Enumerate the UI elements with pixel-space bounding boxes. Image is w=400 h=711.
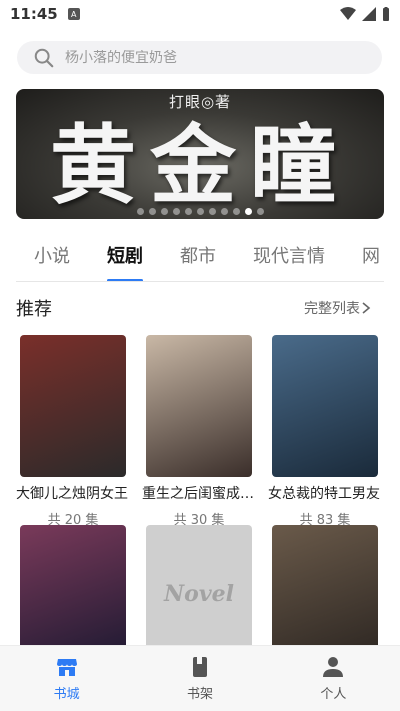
banner-carousel[interactable]: 打眼◎著 黄金瞳 xyxy=(16,89,384,219)
drama-cover xyxy=(272,335,378,477)
carousel-dot[interactable] xyxy=(184,208,192,215)
carousel-dot[interactable] xyxy=(136,208,144,215)
bottom-nav: 书城 书架 个人 xyxy=(0,645,400,711)
nav-item[interactable]: 书城 xyxy=(0,646,133,711)
chevron-right-icon xyxy=(362,302,371,314)
nav-item[interactable]: 个人 xyxy=(267,646,400,711)
cover-placeholder-text: Novel xyxy=(164,581,234,607)
drama-title: 重生之后闺蜜成功接盘我老公 xyxy=(142,486,256,502)
carousel-dot[interactable] xyxy=(256,208,264,215)
nav-label: 书架 xyxy=(186,687,213,702)
carousel-dot[interactable] xyxy=(220,208,228,215)
section-title: 推荐 xyxy=(16,299,52,320)
drama-cover xyxy=(20,525,126,647)
status-time: 11:45 xyxy=(10,5,58,23)
drama-cover xyxy=(20,335,126,477)
drama-title: 大御儿之烛阴女王 xyxy=(16,486,128,502)
drama-card[interactable]: 大御儿之烛阴女王共 20 集 xyxy=(16,335,130,528)
tab-item[interactable]: 短剧 xyxy=(107,236,143,281)
status-bar: 11:45 A xyxy=(0,0,400,28)
tab-item[interactable]: 网 xyxy=(362,236,380,281)
recommend-grid: 大御儿之烛阴女王共 20 集重生之后闺蜜成功接盘我老公共 30 集女总裁的特工男… xyxy=(16,335,384,647)
section-header: 推荐 完整列表 xyxy=(16,295,372,321)
banner-title: 黄金瞳 xyxy=(50,115,350,216)
drama-card[interactable]: 重生之后闺蜜成功接盘我老公共 30 集 xyxy=(142,335,256,528)
nav-item[interactable]: 书架 xyxy=(133,646,266,711)
carousel-dot[interactable] xyxy=(160,208,168,215)
carousel-dot[interactable] xyxy=(208,208,216,215)
search-bar[interactable] xyxy=(17,41,382,74)
category-tabs: 小说 短剧 都市 现代言情网 xyxy=(16,236,384,282)
notification-icon: A xyxy=(67,8,80,20)
carousel-dot[interactable] xyxy=(244,208,252,215)
carousel-dot[interactable] xyxy=(148,208,156,215)
drama-card[interactable] xyxy=(16,525,130,647)
signal-icon xyxy=(362,7,376,21)
carousel-dot[interactable] xyxy=(232,208,240,215)
full-list-link[interactable]: 完整列表 xyxy=(304,298,372,318)
drama-card[interactable] xyxy=(268,525,382,647)
full-list-label: 完整列表 xyxy=(304,301,360,317)
drama-cover: Novel xyxy=(146,525,252,647)
banner-author: 打眼◎著 xyxy=(168,93,232,111)
battery-icon xyxy=(383,7,389,21)
carousel-indicators xyxy=(16,208,384,215)
tab-item[interactable]: 小说 xyxy=(34,236,70,281)
nav-label: 书城 xyxy=(53,687,80,702)
tab-item[interactable]: 都市 xyxy=(180,236,216,281)
search-input[interactable] xyxy=(65,49,345,66)
carousel-dot[interactable] xyxy=(172,208,180,215)
drama-card[interactable]: Novel xyxy=(142,525,256,647)
search-icon xyxy=(34,48,54,67)
tab-item[interactable]: 现代言情 xyxy=(253,236,325,281)
person-icon xyxy=(323,657,344,677)
drama-title: 女总裁的特工男友 xyxy=(268,486,380,502)
drama-cover xyxy=(272,525,378,647)
drama-card[interactable]: 女总裁的特工男友共 83 集 xyxy=(268,335,382,528)
wifi-icon xyxy=(340,7,356,20)
drama-cover xyxy=(146,335,252,477)
bookshelf-icon xyxy=(192,657,207,677)
carousel-dot[interactable] xyxy=(196,208,204,215)
nav-label: 个人 xyxy=(320,687,347,702)
store-icon xyxy=(56,659,77,676)
status-indicators xyxy=(340,7,390,21)
